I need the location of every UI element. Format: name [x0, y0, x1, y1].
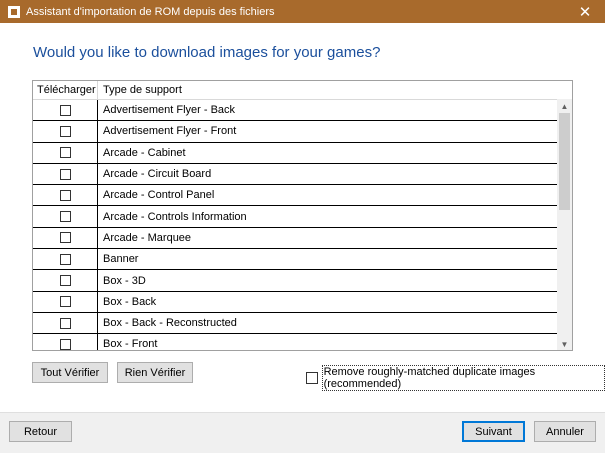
- download-checkbox[interactable]: [59, 275, 71, 287]
- download-cell: [33, 100, 98, 121]
- app-icon: [8, 5, 20, 18]
- table-row[interactable]: Advertisement Flyer - Front: [33, 121, 558, 143]
- media-type-grid: Télécharger Type de support Advertisemen…: [32, 80, 573, 351]
- download-cell: [33, 206, 98, 227]
- download-checkbox[interactable]: [59, 211, 71, 223]
- download-checkbox[interactable]: [59, 104, 71, 116]
- remove-duplicates-label[interactable]: Remove roughly-matched duplicate images …: [321, 365, 605, 391]
- media-type-label: Advertisement Flyer - Front: [103, 125, 237, 138]
- media-type-label: Box - 3D: [103, 274, 146, 287]
- download-cell: [33, 249, 98, 270]
- download-cell: [33, 142, 98, 163]
- table-row[interactable]: Box - Back: [33, 291, 558, 313]
- download-cell: [33, 291, 98, 312]
- scroll-down-icon[interactable]: ▼: [557, 337, 572, 350]
- vertical-scrollbar[interactable]: ▲ ▼: [557, 99, 572, 350]
- download-checkbox[interactable]: [59, 317, 71, 329]
- media-type-label: Box - Front: [103, 338, 158, 351]
- remove-duplicates-option[interactable]: Remove roughly-matched duplicate images …: [306, 365, 605, 391]
- table-row[interactable]: Box - 3D: [33, 270, 558, 292]
- download-checkbox[interactable]: [59, 168, 71, 180]
- scrollbar-thumb[interactable]: [559, 113, 570, 210]
- download-checkbox[interactable]: [59, 232, 71, 244]
- table-row[interactable]: Advertisement Flyer - Back: [33, 100, 558, 122]
- download-cell: [33, 334, 98, 350]
- back-button[interactable]: Retour: [9, 421, 72, 442]
- remove-duplicates-checkbox[interactable]: [306, 372, 318, 384]
- download-checkbox[interactable]: [59, 296, 71, 308]
- media-type-label: Banner: [103, 253, 139, 266]
- table-row[interactable]: Arcade - Control Panel: [33, 185, 558, 207]
- media-type-label: Arcade - Controls Information: [103, 210, 247, 223]
- table-row[interactable]: Box - Front: [33, 334, 558, 351]
- download-cell: [33, 121, 98, 142]
- download-checkbox[interactable]: [59, 338, 71, 350]
- download-cell: [33, 185, 98, 206]
- grid-rows: Advertisement Flyer - Back Advertisement …: [33, 100, 558, 351]
- column-header-media-type[interactable]: Type de support: [98, 81, 182, 99]
- media-type-label: Box - Back - Reconstructed: [103, 317, 237, 330]
- check-none-button[interactable]: Rien Vérifier: [117, 362, 193, 383]
- close-icon[interactable]: ✕: [565, 0, 605, 23]
- table-row[interactable]: Box - Back - Reconstructed: [33, 312, 558, 335]
- scroll-up-icon[interactable]: ▲: [557, 99, 572, 113]
- cancel-button[interactable]: Annuler: [534, 421, 596, 442]
- table-row[interactable]: Arcade - Marquee: [33, 227, 558, 250]
- table-row[interactable]: Arcade - Circuit Board: [33, 163, 558, 186]
- table-row[interactable]: Arcade - Cabinet: [33, 142, 558, 164]
- download-checkbox[interactable]: [59, 125, 71, 137]
- grid-header: Télécharger Type de support: [33, 81, 558, 100]
- check-all-button[interactable]: Tout Vérifier: [32, 362, 108, 383]
- media-type-label: Arcade - Cabinet: [103, 146, 186, 159]
- media-type-label: Arcade - Marquee: [103, 231, 192, 244]
- media-type-label: Arcade - Control Panel: [103, 189, 215, 202]
- table-row[interactable]: Arcade - Controls Information: [33, 206, 558, 228]
- title-bar: Assistant d'importation de ROM depuis de…: [0, 0, 605, 23]
- table-row[interactable]: Banner: [33, 249, 558, 271]
- download-cell: [33, 227, 98, 249]
- next-button[interactable]: Suivant: [462, 421, 525, 442]
- download-cell: [33, 312, 98, 334]
- download-checkbox[interactable]: [59, 147, 71, 159]
- download-cell: [33, 163, 98, 185]
- column-header-download[interactable]: Télécharger: [33, 81, 98, 99]
- download-cell: [33, 270, 98, 291]
- window-title: Assistant d'importation de ROM depuis de…: [26, 5, 275, 18]
- download-checkbox[interactable]: [59, 253, 71, 265]
- media-type-label: Arcade - Circuit Board: [103, 168, 212, 181]
- media-type-label: Advertisement Flyer - Back: [103, 104, 236, 117]
- download-checkbox[interactable]: [59, 189, 71, 201]
- page-heading: Would you like to download images for yo…: [33, 44, 381, 61]
- media-type-label: Box - Back: [103, 295, 157, 308]
